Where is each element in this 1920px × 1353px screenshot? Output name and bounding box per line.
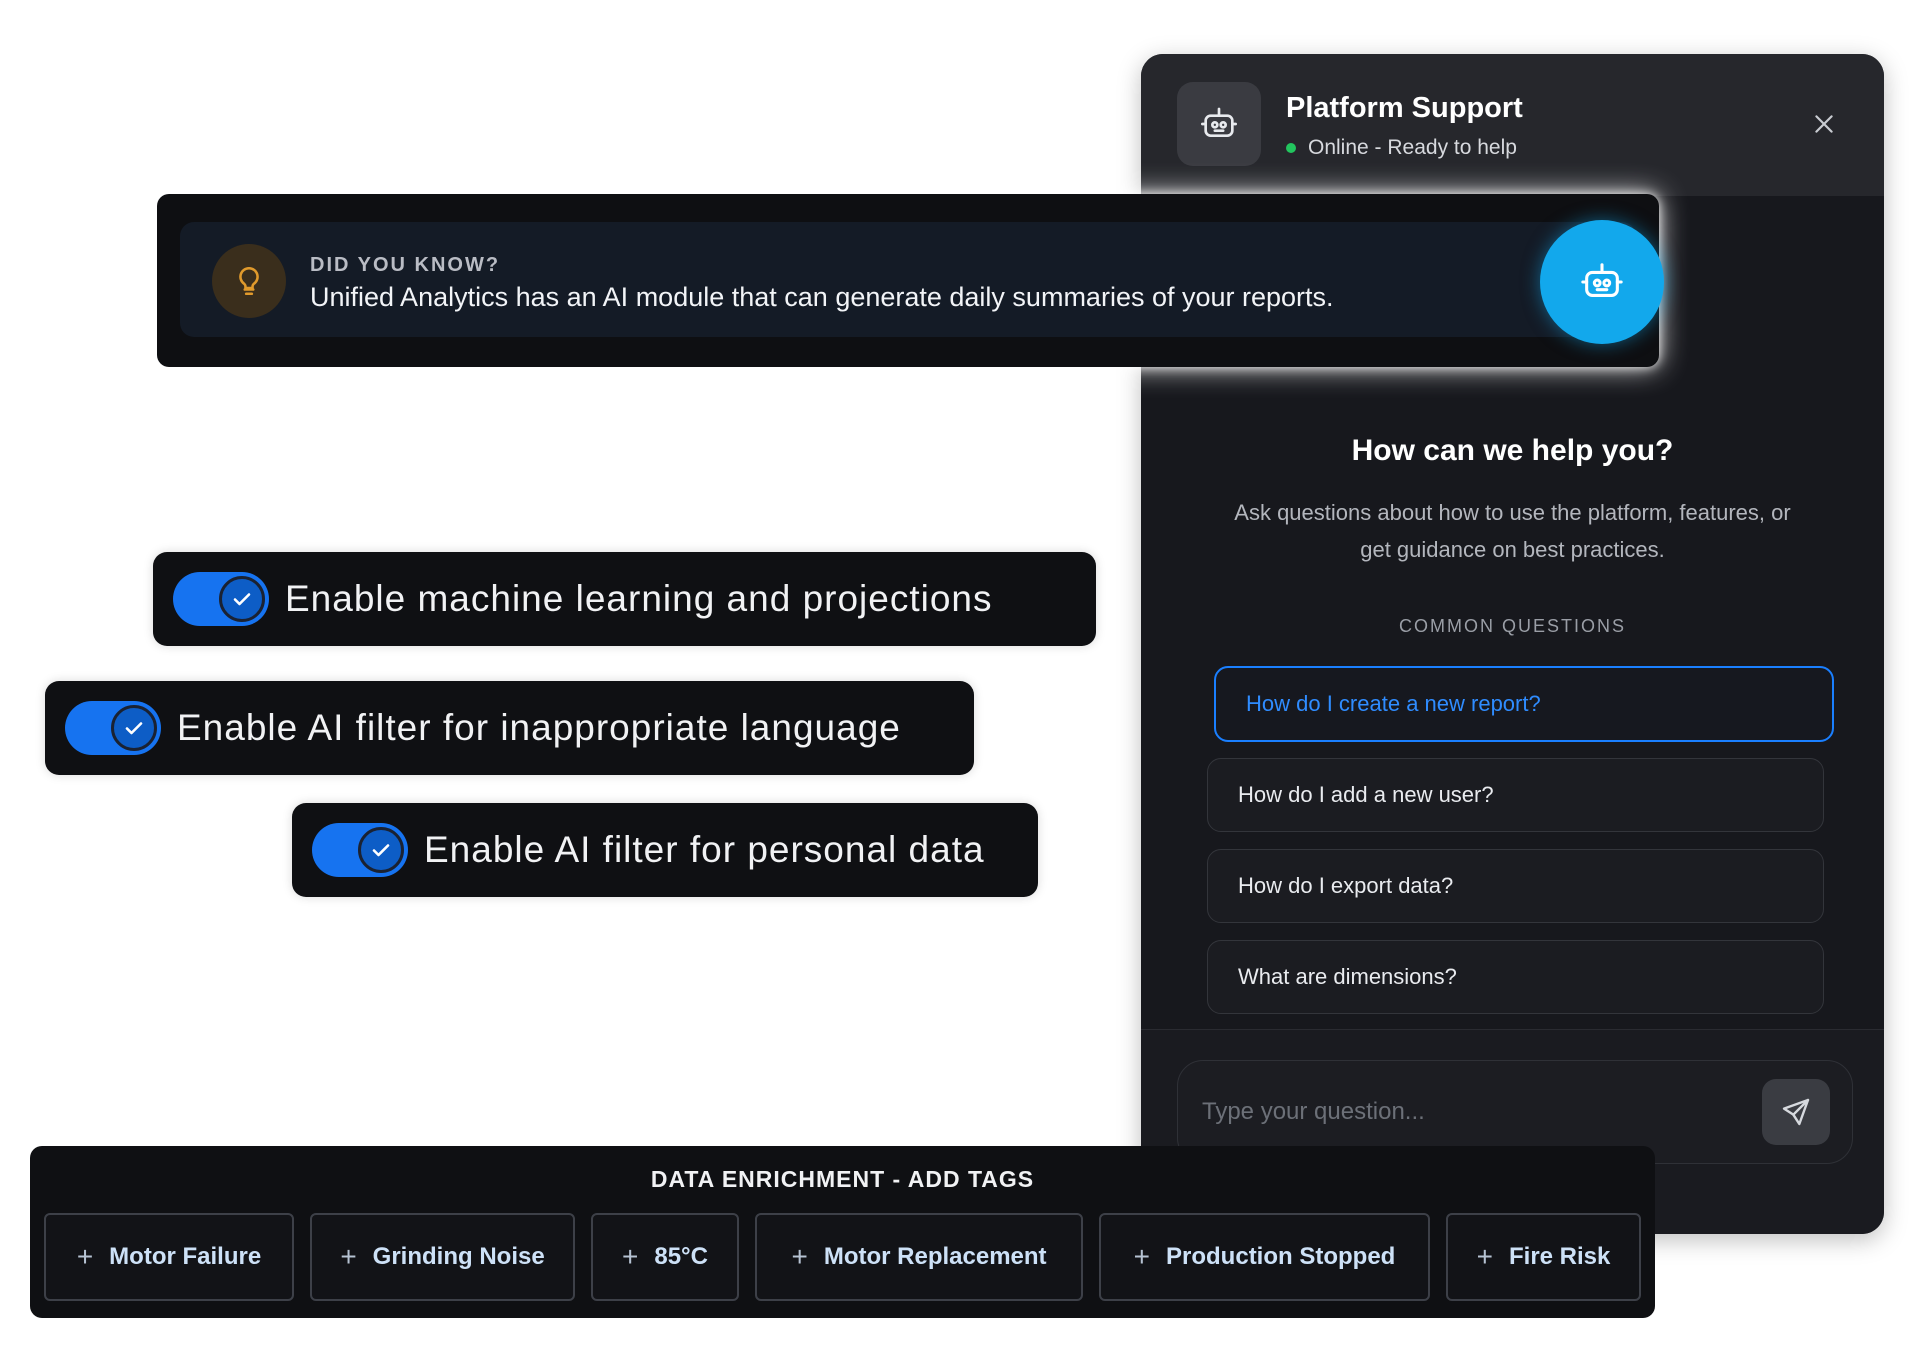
language-filter-switch[interactable] bbox=[65, 701, 161, 755]
tip-label: DID YOU KNOW? bbox=[310, 254, 501, 276]
chat-status-text: Online - Ready to help bbox=[1308, 136, 1517, 159]
send-icon bbox=[1782, 1098, 1810, 1126]
common-questions-label: COMMON QUESTIONS bbox=[1398, 616, 1626, 636]
plus-icon: + bbox=[622, 1241, 639, 1272]
close-icon bbox=[1815, 115, 1833, 133]
chat-status: Online - Ready to help bbox=[1286, 136, 1517, 160]
tag-label: Motor Failure bbox=[109, 1243, 262, 1270]
plus-icon: + bbox=[1133, 1241, 1151, 1272]
ml-projections-switch[interactable] bbox=[173, 572, 269, 626]
robot-icon bbox=[1177, 82, 1261, 166]
toggle-label: Enable machine learning and projections bbox=[285, 578, 993, 619]
tag-label: Grinding Noise bbox=[372, 1243, 545, 1270]
close-button[interactable] bbox=[1804, 104, 1844, 144]
assistant-launcher-button[interactable] bbox=[1540, 220, 1664, 344]
question-button[interactable]: How do I create a new report? bbox=[1214, 666, 1834, 742]
tag-label: Motor Replacement bbox=[823, 1243, 1047, 1270]
lightbulb-icon bbox=[212, 244, 286, 318]
data-enrichment-panel: DATA ENRICHMENT - ADD TAGS + Motor Failu… bbox=[30, 1146, 1655, 1318]
plus-icon: + bbox=[76, 1241, 94, 1272]
tag-button[interactable]: + Grinding Noise bbox=[310, 1213, 575, 1301]
tag-button[interactable]: + 85°C bbox=[591, 1213, 739, 1301]
plus-icon: + bbox=[791, 1241, 808, 1272]
tag-label: Fire Risk bbox=[1508, 1243, 1611, 1270]
plus-icon: + bbox=[1476, 1241, 1493, 1272]
tip-card: DID YOU KNOW? Unified Analytics has an A… bbox=[180, 220, 1664, 344]
check-icon bbox=[111, 705, 157, 751]
tags-title: DATA ENRICHMENT - ADD TAGS bbox=[650, 1166, 1035, 1192]
tag-button[interactable]: + Motor Replacement bbox=[755, 1213, 1083, 1301]
toggle-language-filter: Enable AI filter for inappropriate langu… bbox=[45, 681, 974, 775]
tag-button[interactable]: + Motor Failure bbox=[44, 1213, 294, 1301]
online-dot-icon bbox=[1286, 143, 1296, 153]
check-icon bbox=[219, 576, 265, 622]
check-icon bbox=[358, 827, 404, 873]
chat-heading: How can we help you? bbox=[1351, 434, 1674, 467]
chat-title: Platform Support bbox=[1286, 92, 1523, 124]
question-button[interactable]: How do I add a new user? bbox=[1207, 758, 1824, 832]
tag-label: Production Stopped bbox=[1166, 1243, 1396, 1270]
question-button[interactable]: How do I export data? bbox=[1207, 849, 1824, 923]
tip-text: Unified Analytics has an AI module that … bbox=[310, 282, 1334, 312]
personal-data-filter-switch[interactable] bbox=[312, 823, 408, 877]
toggle-label: Enable AI filter for personal data bbox=[424, 829, 985, 870]
tag-button[interactable]: + Production Stopped bbox=[1099, 1213, 1430, 1301]
tag-button[interactable]: + Fire Risk bbox=[1446, 1213, 1641, 1301]
robot-icon bbox=[1581, 263, 1623, 297]
send-button[interactable] bbox=[1762, 1079, 1830, 1145]
chat-header: Platform Support Online - Ready to help bbox=[1141, 54, 1884, 196]
chat-description: Ask questions about how to use the platf… bbox=[1234, 500, 1791, 562]
toggle-personal-data-filter: Enable AI filter for personal data bbox=[292, 803, 1038, 897]
toggle-ml-projections: Enable machine learning and projections bbox=[153, 552, 1096, 646]
did-you-know-banner: DID YOU KNOW? Unified Analytics has an A… bbox=[157, 194, 1664, 367]
toggle-label: Enable AI filter for inappropriate langu… bbox=[177, 707, 901, 748]
tag-label: 85°C bbox=[654, 1243, 708, 1270]
question-button[interactable]: What are dimensions? bbox=[1207, 940, 1824, 1014]
plus-icon: + bbox=[340, 1241, 357, 1272]
